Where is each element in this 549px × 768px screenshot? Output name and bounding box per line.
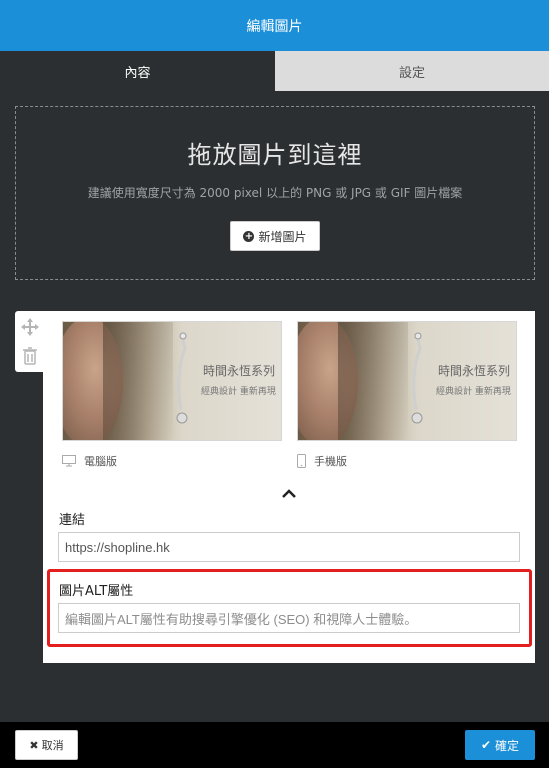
link-input[interactable]: https://shopline.hk — [58, 532, 520, 562]
tab-settings-label: 設定 — [398, 65, 425, 81]
mobile-phone-icon — [297, 454, 306, 468]
desktop-label-row: 電腦版 — [62, 453, 117, 469]
mobile-label-row: 手機版 — [297, 453, 347, 469]
check-icon: ✔ — [480, 738, 492, 752]
dialog-header: 編輯圖片 — [0, 0, 549, 51]
link-label: 連結 — [59, 513, 86, 528]
tab-content-label: 內容 — [124, 65, 151, 81]
earring-image — [176, 332, 188, 424]
mobile-image-thumbnail[interactable]: 時間永恆系列 經典設計 重新再現 — [297, 321, 517, 441]
trash-icon[interactable] — [20, 345, 40, 367]
alt-label: 圖片ALT屬性 — [59, 584, 134, 599]
plus-circle-icon: + — [243, 230, 255, 242]
earring-image — [411, 332, 423, 424]
confirm-button[interactable]: ✔ 確定 — [465, 730, 535, 760]
dropzone-subtitle: 建議使用寬度尺寸為 2000 pixel 以上的 PNG 或 JPG 或 GIF… — [87, 186, 463, 200]
thumbnail-title: 時間永恆系列 — [203, 364, 276, 378]
chevron-up-icon[interactable] — [279, 487, 299, 501]
item-toolbar — [15, 311, 45, 372]
tab-content[interactable]: 內容 — [0, 51, 275, 91]
tab-bar: 內容 設定 — [0, 51, 549, 91]
dropzone-title: 拖放圖片到這裡 — [187, 141, 363, 169]
monitor-icon — [62, 455, 76, 467]
cancel-button[interactable]: ✖ 取消 — [15, 730, 78, 760]
desktop-label: 電腦版 — [84, 455, 117, 468]
close-icon: ✖ — [29, 738, 39, 752]
dialog-title: 編輯圖片 — [246, 18, 303, 35]
cancel-label: 取消 — [41, 739, 64, 752]
tab-settings[interactable]: 設定 — [275, 51, 549, 91]
desktop-image-thumbnail[interactable]: 時間永恆系列 經典設計 重新再現 — [62, 321, 282, 441]
thumbnail-subtitle: 經典設計 重新再現 — [436, 387, 511, 397]
mobile-label: 手機版 — [314, 455, 347, 468]
confirm-label: 確定 — [495, 738, 520, 753]
add-image-button[interactable]: + 新增圖片 — [230, 221, 320, 251]
add-image-label: 新增圖片 — [258, 229, 307, 244]
image-dropzone[interactable]: 拖放圖片到這裡 建議使用寬度尺寸為 2000 pixel 以上的 PNG 或 J… — [15, 106, 535, 280]
thumbnail-title: 時間永恆系列 — [438, 364, 511, 378]
thumbnail-subtitle: 經典設計 重新再現 — [201, 387, 276, 397]
image-settings-card: 時間永恆系列 經典設計 重新再現 時間永恆系列 經典設計 重新再現 電腦版 手機… — [43, 311, 535, 663]
alt-input[interactable]: 編輯圖片ALT屬性有助搜尋引擎優化 (SEO) 和視障人士體驗。 — [58, 603, 520, 633]
move-icon[interactable] — [20, 316, 40, 338]
